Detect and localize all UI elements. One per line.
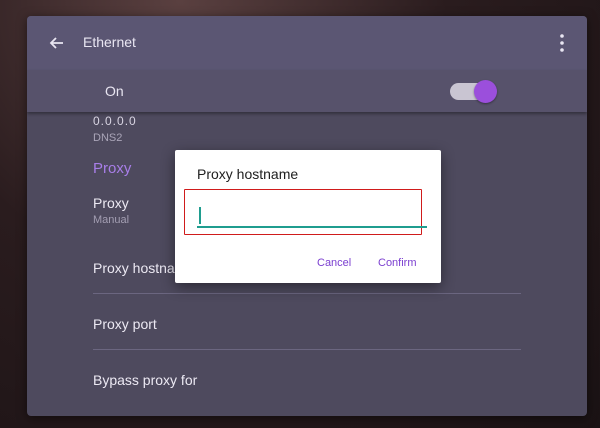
divider [93,349,521,350]
confirm-button[interactable]: Confirm [378,257,417,269]
ethernet-toggle-row: On [27,70,587,112]
cancel-button[interactable]: Cancel [317,257,351,269]
proxy-setting-value: Manual [93,214,130,226]
bypass-proxy-title[interactable]: Bypass proxy for [93,372,197,388]
proxy-hostname-dialog: Proxy hostname Cancel Confirm [175,150,441,283]
page-title: Ethernet [83,34,136,50]
more-vert-icon[interactable] [557,32,567,54]
app-bar: Ethernet [27,16,587,70]
divider [93,293,521,294]
proxy-port-title[interactable]: Proxy port [93,316,157,332]
arrow-left-icon[interactable] [47,33,67,53]
dns2-label: DNS2 [93,132,123,144]
proxy-hostname-input[interactable] [197,204,427,228]
dialog-title: Proxy hostname [197,166,299,182]
dns2-value: 0.0.0.0 [93,114,137,128]
proxy-section-header: Proxy [93,160,132,177]
proxy-setting-title[interactable]: Proxy [93,195,129,211]
toggle-label: On [105,83,124,99]
switch-thumb [474,80,497,103]
text-cursor [199,207,201,224]
ethernet-switch[interactable] [450,79,498,103]
